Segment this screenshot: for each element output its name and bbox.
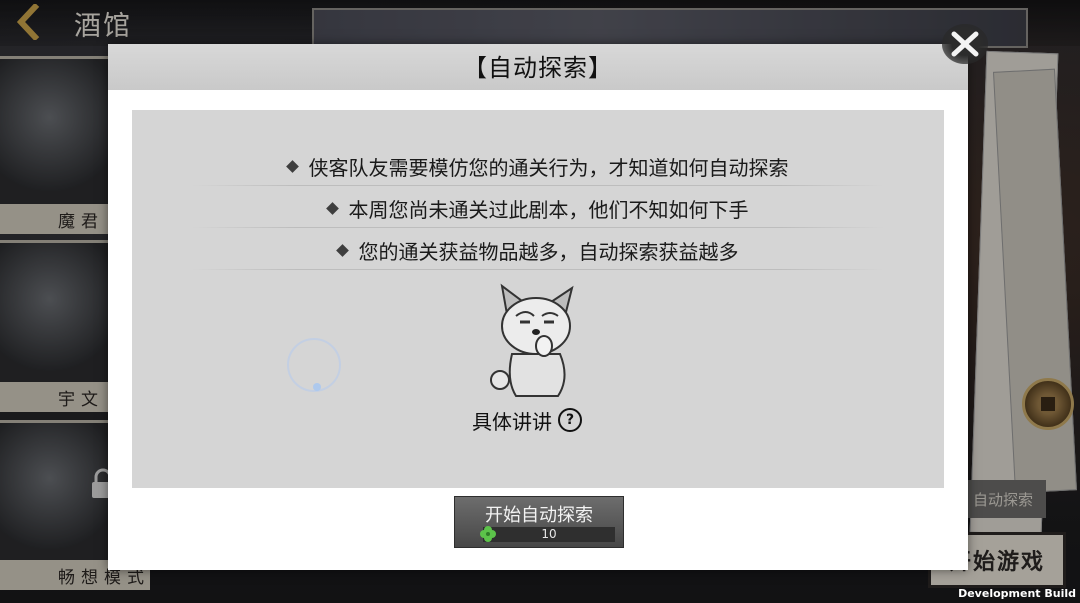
tip-text: 侠客队友需要模仿您的通关行为，才知道如何自动探索 — [308, 155, 789, 180]
cost-bar: 10 — [483, 527, 615, 542]
dialog-content-panel: 侠客队友需要模仿您的通关行为，才知道如何自动探索 本周您尚未通关过此剧本，他们不… — [132, 110, 944, 488]
details-label[interactable]: 具体讲讲 — [472, 406, 552, 435]
diamond-bullet-icon — [285, 159, 299, 173]
tip-text: 本周您尚未通关过此剧本，他们不知如何下手 — [348, 197, 749, 222]
cost-value: 10 — [541, 527, 557, 541]
help-icon[interactable]: ? — [558, 408, 582, 432]
close-icon — [951, 31, 979, 57]
start-auto-explore-label: 开始自动探索 — [485, 505, 593, 526]
close-button[interactable] — [942, 24, 988, 64]
start-auto-explore-button[interactable]: 开始自动探索 10 — [454, 496, 624, 548]
dialog-title: 【自动探索】 — [463, 54, 613, 82]
clover-icon — [480, 526, 496, 542]
loading-spinner-dot — [313, 383, 321, 391]
development-build-label: Development Build — [958, 587, 1076, 600]
auto-explore-dialog: 【自动探索】 侠客队友需要模仿您的通关行为，才知道如何自动探索 本周您尚未通关过… — [108, 44, 968, 570]
diamond-bullet-icon — [335, 243, 349, 257]
tip-row: 本周您尚未通关过此剧本，他们不知如何下手 — [192, 188, 884, 228]
details-row[interactable]: 具体讲讲 ? — [472, 404, 582, 436]
diamond-bullet-icon — [325, 201, 339, 215]
shiba-dog-icon — [490, 283, 574, 397]
tip-text: 您的通关获益物品越多，自动探索获益越多 — [358, 239, 739, 264]
tip-row: 侠客队友需要模仿您的通关行为，才知道如何自动探索 — [192, 146, 884, 186]
tip-row: 您的通关获益物品越多，自动探索获益越多 — [192, 230, 884, 270]
